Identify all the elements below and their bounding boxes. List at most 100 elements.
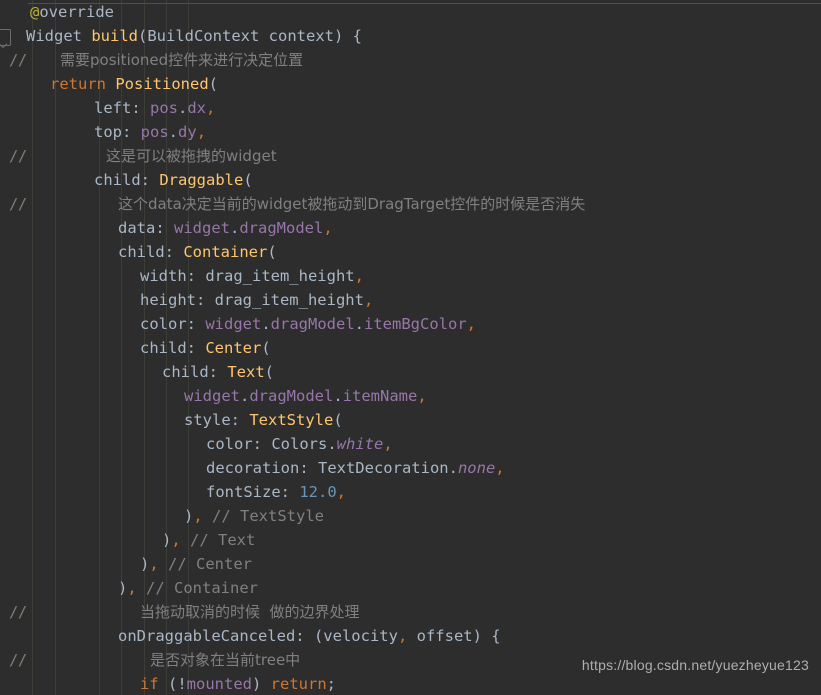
- code-token: ,: [193, 507, 203, 525]
- code-token: // Center: [158, 555, 253, 573]
- code-line[interactable]: return Positioned(: [0, 72, 218, 96]
- code-token: fontSize:: [206, 483, 300, 501]
- code-token: data:: [118, 219, 174, 237]
- code-line[interactable]: top: pos.dy,: [0, 120, 206, 144]
- code-line[interactable]: child: Text(: [0, 360, 274, 384]
- code-token: ) {: [333, 27, 362, 45]
- code-token: .: [178, 99, 188, 117]
- code-token: ,: [196, 123, 207, 141]
- code-token: child:: [162, 363, 228, 381]
- code-token: (: [243, 171, 253, 189]
- code-token: 当拖动取消的时候 做的边界处理: [140, 603, 360, 621]
- code-line[interactable]: left: pos.dx,: [0, 96, 215, 120]
- code-text-area[interactable]: @override Widget build(BuildContext conte…: [0, 0, 821, 695]
- code-token: top:: [94, 123, 141, 141]
- code-token: // Container: [136, 579, 259, 597]
- code-line[interactable]: child: Center(: [0, 336, 271, 360]
- code-token: pos: [150, 99, 178, 117]
- code-token: (: [261, 339, 271, 357]
- code-line[interactable]: ), // Container: [0, 576, 258, 600]
- code-line[interactable]: height: drag_item_height,: [0, 288, 373, 312]
- code-token: (: [333, 411, 343, 429]
- code-token: child:: [94, 171, 160, 189]
- code-token: widget: [174, 219, 230, 237]
- code-token: ,: [127, 579, 137, 597]
- code-token: (!: [168, 675, 187, 693]
- code-line[interactable]: color: widget.dragModel.itemBgColor,: [0, 312, 476, 336]
- code-token: ,: [206, 99, 216, 117]
- code-line[interactable]: 当拖动取消的时候 做的边界处理: [0, 600, 360, 624]
- code-line[interactable]: 这是可以被拖拽的widget: [0, 144, 277, 168]
- code-token: .: [230, 219, 240, 237]
- code-line[interactable]: ), // TextStyle: [0, 504, 324, 528]
- code-token: mounted: [186, 675, 252, 693]
- code-token: return: [270, 675, 327, 693]
- code-token: style:: [184, 411, 250, 429]
- code-line[interactable]: child: Container(: [0, 240, 277, 264]
- code-token: Text: [227, 363, 265, 381]
- code-token: itemBgColor: [364, 315, 467, 333]
- code-line[interactable]: if (!mounted) return;: [0, 672, 336, 695]
- code-token: ): [184, 507, 194, 525]
- code-token: ,: [336, 483, 346, 501]
- code-line[interactable]: @override: [0, 0, 114, 24]
- code-token: ): [162, 531, 172, 549]
- code-token: ,: [383, 435, 393, 453]
- code-token: Container: [183, 243, 268, 261]
- code-token: if: [140, 675, 168, 693]
- code-token: ;: [326, 675, 337, 693]
- code-token: ,: [363, 291, 374, 309]
- code-line[interactable]: width: drag_item_height,: [0, 264, 364, 288]
- code-line[interactable]: data: widget.dragModel,: [0, 216, 333, 240]
- code-token: // TextStyle: [202, 507, 325, 525]
- code-token: return: [50, 75, 116, 93]
- code-token: (: [264, 363, 274, 381]
- code-token: dy: [178, 123, 197, 141]
- code-token: width: drag_item_height: [140, 267, 355, 285]
- code-token: build: [91, 27, 138, 45]
- code-token: decoration: TextDecoration.: [206, 459, 458, 477]
- code-token: 这是可以被拖拽的widget: [106, 147, 277, 165]
- code-token: color:: [140, 315, 206, 333]
- code-line[interactable]: 需要positioned控件来进行决定位置: [0, 48, 303, 72]
- code-line[interactable]: color: Colors.white,: [0, 432, 393, 456]
- code-line[interactable]: Widget build(BuildContext context) {: [0, 24, 362, 48]
- code-line[interactable]: decoration: TextDecoration.none,: [0, 456, 505, 480]
- code-token: .: [168, 123, 179, 141]
- code-token: ,: [466, 315, 477, 333]
- code-token: .: [354, 315, 365, 333]
- code-token: ,: [495, 459, 505, 477]
- code-token: (: [267, 243, 277, 261]
- code-token: offset) {: [407, 627, 501, 645]
- code-line[interactable]: widget.dragModel.itemName,: [0, 384, 427, 408]
- code-token: .: [333, 387, 343, 405]
- code-line[interactable]: ), // Text: [0, 528, 255, 552]
- code-editor-surface[interactable]: ////////// @override Widget build(BuildCo…: [0, 0, 821, 695]
- code-token: color: Colors.: [206, 435, 337, 453]
- code-token: pos: [140, 123, 169, 141]
- code-token: Draggable: [159, 171, 244, 189]
- code-token: child:: [118, 243, 184, 261]
- code-token: child:: [140, 339, 206, 357]
- code-token: dragModel: [239, 219, 324, 237]
- code-line[interactable]: child: Draggable(: [0, 168, 253, 192]
- code-token: ,: [323, 219, 333, 237]
- code-token: ,: [417, 387, 427, 405]
- code-line[interactable]: fontSize: 12.0,: [0, 480, 346, 504]
- code-token: ,: [354, 267, 364, 285]
- code-token: dragModel: [249, 387, 334, 405]
- code-line[interactable]: 是否对象在当前tree中: [0, 648, 300, 672]
- code-token: @: [30, 3, 40, 21]
- code-token: BuildContext context: [147, 27, 334, 45]
- code-line[interactable]: ), // Center: [0, 552, 252, 576]
- code-token: .: [240, 387, 250, 405]
- code-token: TextStyle: [249, 411, 334, 429]
- watermark-url: https://blog.csdn.net/yuezheyue123: [581, 657, 809, 673]
- code-token: dragModel: [270, 315, 355, 333]
- code-token: 这个data决定当前的widget被拖动到DragTarget控件的时候是否消失: [118, 195, 586, 213]
- code-line[interactable]: style: TextStyle(: [0, 408, 343, 432]
- code-token: left:: [94, 99, 150, 117]
- code-line[interactable]: onDraggableCanceled: (velocity, offset) …: [0, 624, 501, 648]
- code-line[interactable]: 这个data决定当前的widget被拖动到DragTarget控件的时候是否消失: [0, 192, 585, 216]
- code-token: ): [140, 555, 150, 573]
